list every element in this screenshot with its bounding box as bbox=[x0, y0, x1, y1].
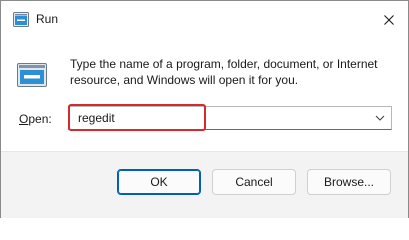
chevron-down-icon[interactable] bbox=[374, 112, 386, 124]
browse-button[interactable]: Browse... bbox=[307, 169, 391, 195]
open-label-text: pen: bbox=[28, 112, 52, 126]
button-bar: OK Cancel Browse... bbox=[1, 151, 408, 218]
close-icon bbox=[384, 15, 394, 25]
cancel-button[interactable]: Cancel bbox=[212, 169, 296, 195]
close-button[interactable] bbox=[378, 9, 400, 31]
title-bar[interactable]: Run bbox=[1, 1, 408, 39]
open-combobox[interactable]: regedit bbox=[68, 106, 392, 130]
open-label: Open: bbox=[19, 112, 52, 126]
run-app-icon bbox=[13, 12, 29, 27]
open-input[interactable]: regedit bbox=[78, 111, 115, 125]
ok-button[interactable]: OK bbox=[117, 169, 201, 195]
open-label-mnemonic: O bbox=[19, 112, 29, 126]
run-dialog: Run Type the name of a program, folder, … bbox=[0, 0, 409, 218]
dialog-content: Type the name of a program, folder, docu… bbox=[1, 39, 408, 163]
description-text: Type the name of a program, folder, docu… bbox=[70, 57, 378, 87]
window-title: Run bbox=[36, 12, 59, 26]
run-large-icon bbox=[17, 63, 47, 87]
